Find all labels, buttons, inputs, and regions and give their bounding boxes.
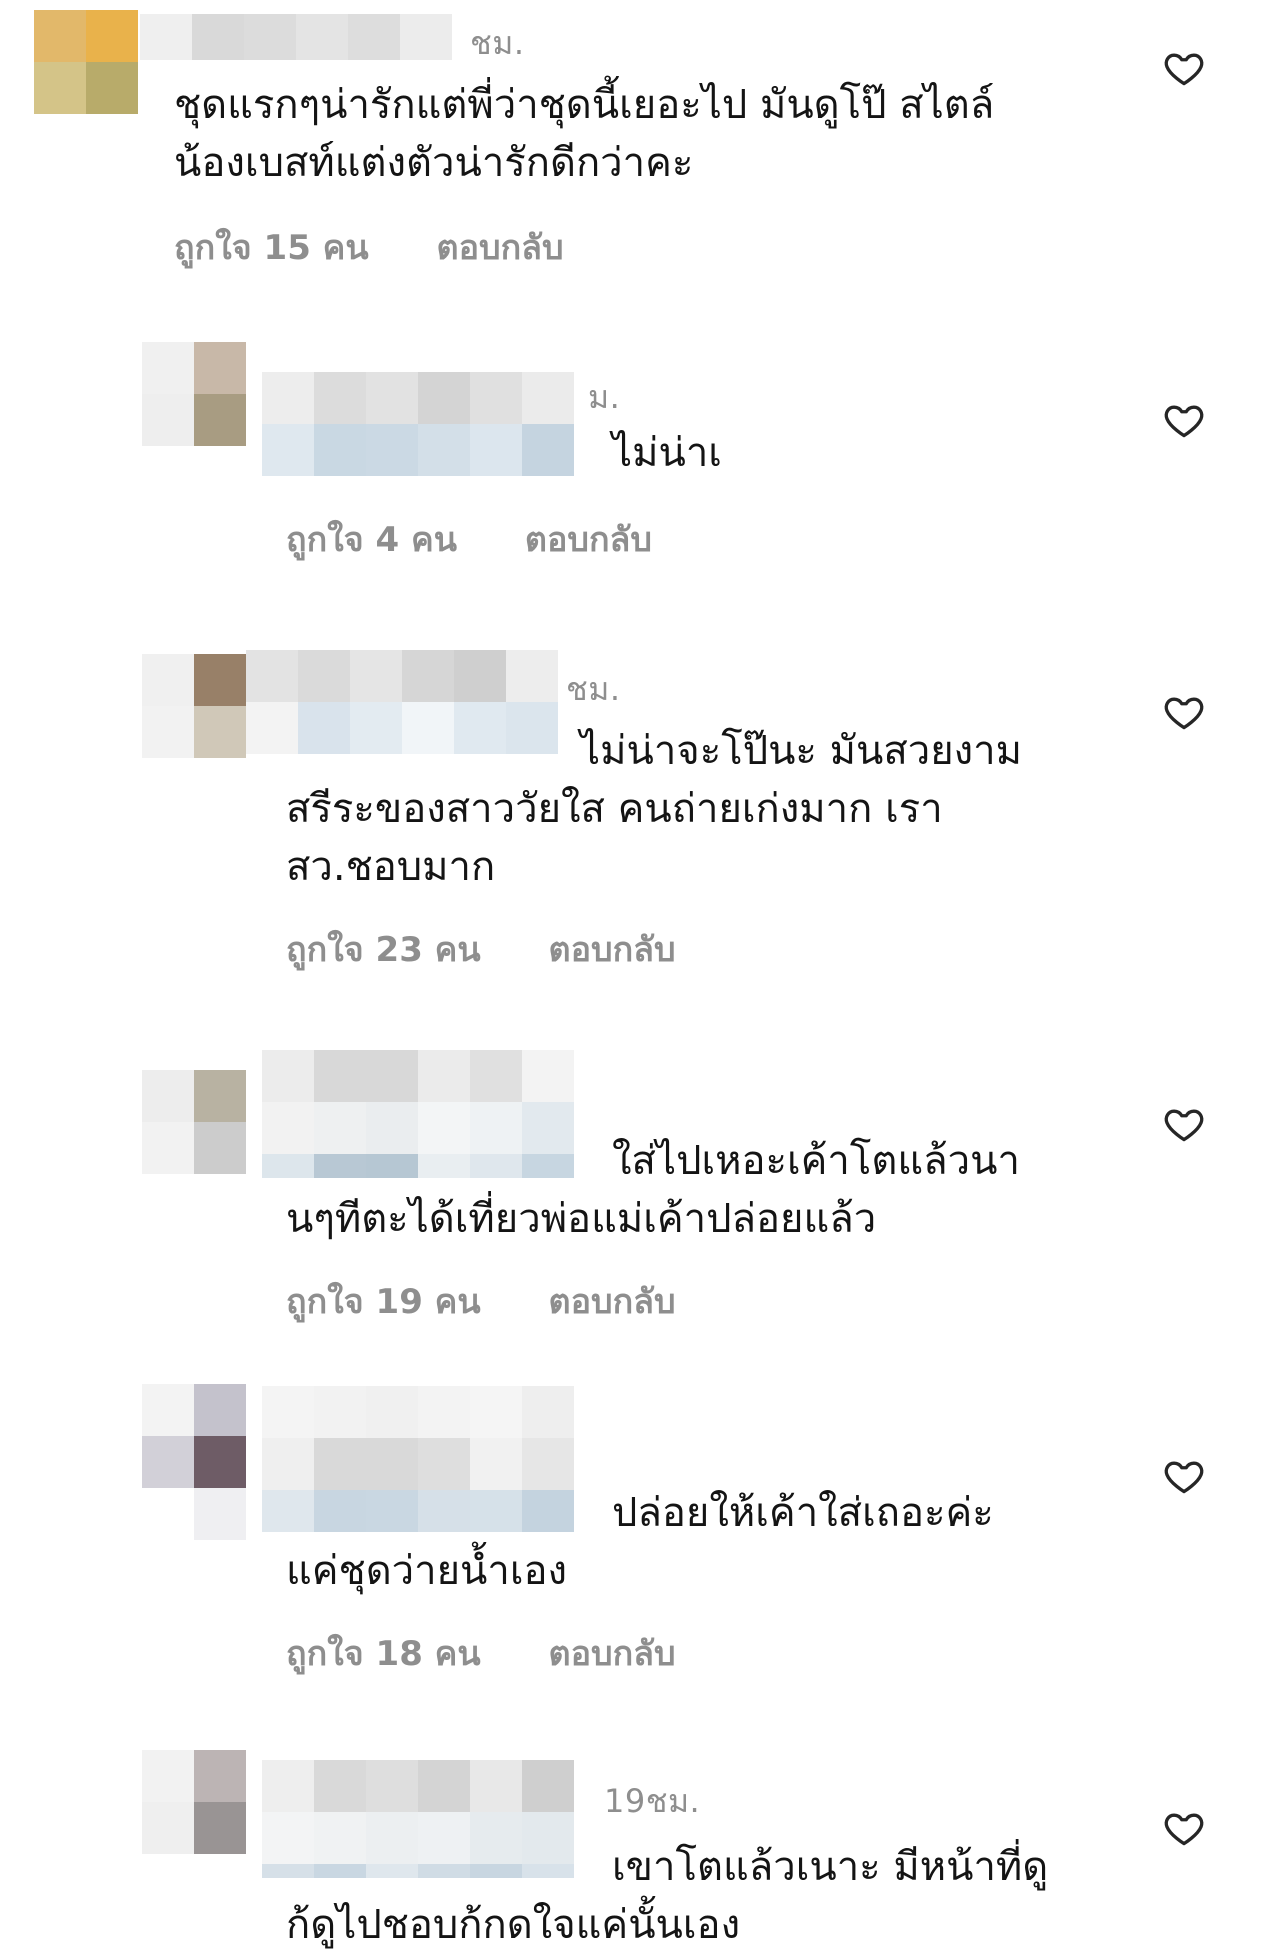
comment-time: 19ชม. <box>604 1782 701 1820</box>
avatar[interactable] <box>142 342 246 446</box>
heart-outline-icon[interactable] <box>1162 1454 1206 1498</box>
comment-text-line: ชุดแรกๆน่ารักแต่พี่ว่าชุดนี้เยอะไป มันดู… <box>174 82 995 128</box>
comment-text-line: ใส่ไปเหอะเค้าโตแล้วนา <box>612 1138 1020 1184</box>
reply-button[interactable]: ตอบกลับ <box>549 1634 676 1674</box>
username-redacted[interactable] <box>262 1386 574 1532</box>
like-count[interactable]: ถูกใจ 18 คน <box>286 1634 481 1674</box>
avatar[interactable] <box>142 654 246 758</box>
comment-actions: ถูกใจ 4 คน ตอบกลับ <box>286 512 708 566</box>
like-count[interactable]: ถูกใจ 19 คน <box>286 1282 481 1322</box>
comment-actions: ถูกใจ 19 คน ตอบกลับ <box>286 1274 732 1328</box>
heart-outline-icon[interactable] <box>1162 690 1206 734</box>
like-count[interactable]: ถูกใจ 15 คน <box>174 228 369 268</box>
comment-text-line: เขาโตแล้วเนาะ มีหน้าที่ดู <box>612 1844 1049 1890</box>
comment-text-line: ปล่อยให้เค้าใส่เถอะค่ะ <box>612 1490 994 1536</box>
avatar[interactable] <box>34 10 138 114</box>
comment-text-line: นๆทีตะได้เที่ยวพ่อแม่เค้าปล่อยแล้ว <box>286 1196 877 1242</box>
reply-button[interactable]: ตอบกลับ <box>549 930 676 970</box>
username-redacted[interactable] <box>262 372 574 476</box>
comment-text-line: ก้ดูไปชอบก้กดใจแค่นั้นเอง <box>286 1902 741 1948</box>
reply-button[interactable]: ตอบกลับ <box>525 520 652 560</box>
comment-actions: ถูกใจ 18 คน ตอบกลับ <box>286 1626 732 1680</box>
comment-time: ชม. <box>470 24 525 62</box>
comment-time: ชม. <box>566 670 621 708</box>
avatar[interactable] <box>142 1384 246 1540</box>
username-redacted[interactable] <box>262 1760 574 1878</box>
heart-outline-icon[interactable] <box>1162 1102 1206 1146</box>
comment-actions: ถูกใจ 15 คน ตอบกลับ <box>174 220 620 274</box>
comment-time: ม. <box>588 378 621 416</box>
avatar[interactable] <box>142 1070 246 1174</box>
reply-button[interactable]: ตอบกลับ <box>437 228 564 268</box>
comment-text-line: แค่ชุดว่ายน้ำเอง <box>286 1548 568 1594</box>
username-redacted[interactable] <box>262 1050 574 1178</box>
comment-actions: ถูกใจ 23 คน ตอบกลับ <box>286 922 732 976</box>
like-count[interactable]: ถูกใจ 4 คน <box>286 520 457 560</box>
like-count[interactable]: ถูกใจ 23 คน <box>286 930 481 970</box>
comment-text-line: สว.ชอบมาก <box>286 844 496 890</box>
avatar[interactable] <box>142 1750 246 1854</box>
username-redacted[interactable] <box>246 650 558 754</box>
comment-text-line: ไม่น่าเ <box>612 430 722 476</box>
heart-outline-icon[interactable] <box>1162 398 1206 442</box>
comment-text-line: สรีระของสาววัยใส คนถ่ายเก่งมาก เรา <box>286 786 943 832</box>
comments-screen: { "comments": [ { "time": "ชม.", "lines"… <box>0 0 1280 1958</box>
username-redacted[interactable] <box>140 14 452 60</box>
reply-button[interactable]: ตอบกลับ <box>549 1282 676 1322</box>
comment-text-line: ไม่น่าจะโป๊นะ มันสวยงาม <box>580 728 1023 774</box>
comment-text-line: น้องเบสท์แต่งตัวน่ารักดีกว่าคะ <box>174 140 694 186</box>
heart-outline-icon[interactable] <box>1162 46 1206 90</box>
heart-outline-icon[interactable] <box>1162 1806 1206 1850</box>
